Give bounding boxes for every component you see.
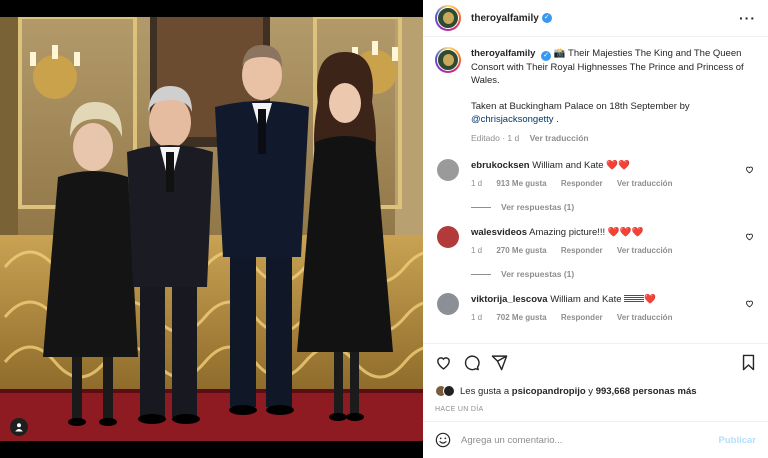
view-replies-label: Ver respuestas (1) bbox=[501, 202, 575, 212]
likes-middle: y bbox=[585, 385, 596, 397]
edited-label: Editado · 1 d bbox=[471, 133, 520, 143]
avatar[interactable] bbox=[437, 226, 459, 248]
post-caption: theroyalfamily ✓ 📸 Their Majesties The K… bbox=[435, 47, 756, 145]
comment-text: William and Kate bbox=[532, 160, 607, 171]
reply-button[interactable]: Responder bbox=[561, 313, 603, 322]
comment-likes[interactable]: 913 Me gusta bbox=[496, 179, 546, 188]
comment-text: William and Kate bbox=[550, 294, 625, 305]
post-header: theroyalfamily ✓ ··· bbox=[423, 0, 768, 37]
heart-emoji: ❤️❤️ bbox=[606, 160, 630, 171]
post-time[interactable]: HACE UN DÍA bbox=[435, 406, 756, 413]
emoji-icon[interactable] bbox=[435, 432, 451, 448]
likes-summary[interactable]: Les gusta a psicopandropijo y 993,668 pe… bbox=[435, 385, 756, 397]
comment-likes[interactable]: 270 Me gusta bbox=[496, 246, 546, 255]
avatar[interactable] bbox=[435, 47, 461, 73]
reply-button[interactable]: Responder bbox=[561, 179, 603, 188]
heart-icon[interactable] bbox=[745, 232, 754, 241]
share-icon[interactable] bbox=[491, 354, 508, 371]
post-sidebar: theroyalfamily ✓ ··· theroyalfamily ✓ 📸 … bbox=[423, 0, 768, 458]
verified-badge-icon: ✓ bbox=[541, 13, 552, 23]
heart-emoji: ❤️❤️❤️ bbox=[607, 227, 644, 238]
likes-count[interactable]: 993,668 personas más bbox=[596, 386, 697, 397]
comment: viktorija_lescova William and Kate ❤️ 1 … bbox=[435, 293, 756, 322]
caption-username[interactable]: theroyalfamily bbox=[471, 48, 535, 59]
comment-time[interactable]: 1 d bbox=[471, 246, 482, 255]
comment-icon[interactable] bbox=[463, 354, 480, 371]
post-dialog: theroyalfamily ✓ ··· theroyalfamily ✓ 📸 … bbox=[0, 0, 768, 458]
add-comment-bar: Publicar bbox=[423, 421, 768, 458]
verified-badge-icon: ✓ bbox=[541, 51, 552, 61]
see-translation-link[interactable]: Ver traducción bbox=[530, 133, 589, 143]
comments-area[interactable]: theroyalfamily ✓ 📸 Their Majesties The K… bbox=[423, 37, 768, 343]
see-translation-link[interactable]: Ver traducción bbox=[617, 313, 673, 322]
post-media[interactable] bbox=[0, 0, 423, 458]
publish-button[interactable]: Publicar bbox=[719, 435, 757, 446]
header-username[interactable]: theroyalfamily bbox=[471, 13, 539, 24]
comment-username[interactable]: viktorija_lescova bbox=[471, 294, 548, 305]
heart-icon[interactable] bbox=[745, 165, 754, 174]
comment-username[interactable]: ebrukocksen bbox=[471, 160, 530, 171]
user-tag-icon[interactable] bbox=[10, 418, 28, 436]
comment-input[interactable] bbox=[461, 434, 701, 446]
caption-text-line2: Taken at Buckingham Palace on 18th Septe… bbox=[471, 101, 690, 112]
view-replies-button[interactable]: Ver respuestas (1) bbox=[471, 269, 756, 279]
post-photo[interactable] bbox=[0, 17, 423, 441]
view-replies-label: Ver respuestas (1) bbox=[501, 269, 575, 279]
avatar[interactable] bbox=[437, 159, 459, 181]
likes-user[interactable]: psicopandropijo bbox=[512, 386, 586, 397]
see-translation-link[interactable]: Ver traducción bbox=[617, 179, 673, 188]
heart-emoji: ❤️ bbox=[644, 294, 656, 305]
see-translation-link[interactable]: Ver traducción bbox=[617, 246, 673, 255]
action-bar: Les gusta a psicopandropijo y 993,668 pe… bbox=[423, 343, 768, 413]
heart-icon[interactable] bbox=[745, 299, 754, 308]
avatar[interactable] bbox=[437, 293, 459, 315]
comment-time[interactable]: 1 d bbox=[471, 313, 482, 322]
likes-prefix: Les gusta a bbox=[460, 385, 512, 397]
bookmark-icon[interactable] bbox=[741, 354, 756, 371]
reply-button[interactable]: Responder bbox=[561, 246, 603, 255]
comment: walesvideos Amazing picture!!! ❤️❤️❤️ 1 … bbox=[435, 226, 756, 255]
comment-likes[interactable]: 702 Me gusta bbox=[496, 313, 546, 322]
comment-text: Amazing picture!!! bbox=[529, 227, 608, 238]
camera-emoji-icon: 📸 bbox=[553, 48, 566, 59]
comment: ebrukocksen William and Kate ❤️❤️ 1 d 91… bbox=[435, 159, 756, 188]
mention-link[interactable]: @chrisjacksongetty bbox=[471, 114, 554, 125]
caption-end: . bbox=[556, 114, 559, 125]
flag-emoji bbox=[624, 295, 645, 303]
more-icon[interactable]: ··· bbox=[739, 10, 756, 26]
view-replies-button[interactable]: Ver respuestas (1) bbox=[471, 202, 756, 212]
comment-time[interactable]: 1 d bbox=[471, 179, 482, 188]
heart-icon[interactable] bbox=[435, 354, 452, 371]
avatar bbox=[443, 385, 455, 397]
avatar[interactable] bbox=[435, 5, 461, 31]
comment-username[interactable]: walesvideos bbox=[471, 227, 527, 238]
